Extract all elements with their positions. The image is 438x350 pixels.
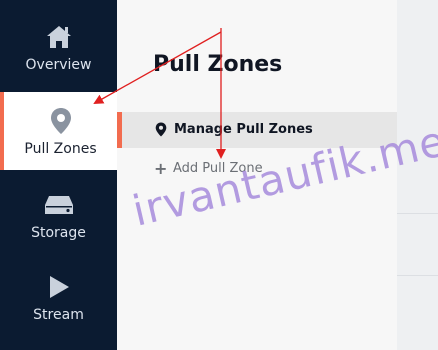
sidebar-item-label: Overview [25,56,92,73]
sidebar-item-stream[interactable]: Stream [0,258,117,336]
map-pin-icon [46,106,76,136]
sidebar-item-label: Stream [33,306,84,323]
page-title: Pull Zones [153,52,283,77]
main-sidebar: Overview Pull Zones Storage Stream [0,0,117,350]
app-window: Overview Pull Zones Storage Stream Pull … [0,0,438,350]
home-icon [44,22,74,52]
content-divider [397,275,438,276]
sidebar-item-storage[interactable]: Storage [0,176,117,254]
storage-icon [44,190,74,220]
sidebar-item-pull-zones[interactable]: Pull Zones [0,92,117,170]
submenu-item-label: Manage Pull Zones [174,122,313,137]
play-icon [44,272,74,302]
content-background [397,0,438,350]
map-pin-icon [155,122,167,141]
plus-icon: + [154,159,168,178]
sidebar-item-overview[interactable]: Overview [0,8,117,86]
content-divider [397,213,438,214]
sidebar-item-label: Storage [31,224,86,241]
sidebar-item-label: Pull Zones [24,140,97,157]
